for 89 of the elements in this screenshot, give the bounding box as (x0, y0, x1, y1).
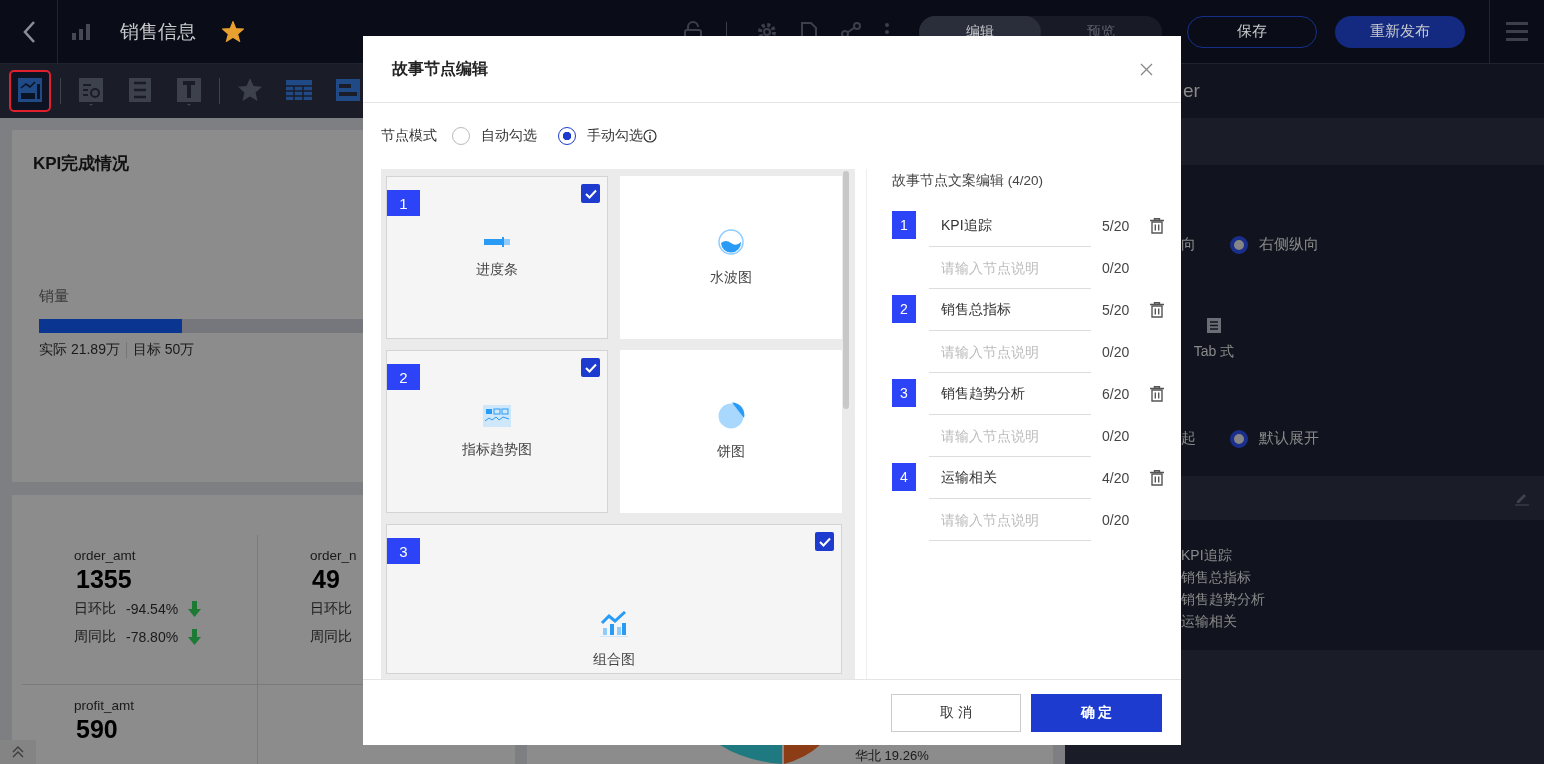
node-number: 3 (892, 379, 916, 407)
double-chevron-up-icon (11, 745, 25, 759)
star-icon[interactable] (222, 21, 244, 42)
pie-chart-icon (717, 402, 745, 429)
metric-label: 销量 (39, 287, 70, 306)
character-count: 6/20 (1102, 386, 1131, 402)
character-count: 5/20 (1102, 218, 1131, 234)
list-icon[interactable] (1207, 318, 1221, 333)
character-count: 0/20 (1102, 260, 1131, 276)
node-list-item: 销售趋势分析 (1181, 590, 1266, 609)
metric-value: 590 (76, 715, 118, 744)
down-arrow-icon (188, 601, 202, 617)
node-number: 1 (892, 211, 916, 239)
chart-option-card[interactable]: 饼图 (620, 350, 842, 513)
chart-type-label: 组合图 (593, 651, 635, 669)
target-value: 目标 50万 (132, 341, 195, 359)
metric-value: 49 (312, 565, 340, 594)
check-icon (584, 188, 597, 199)
slice-label: 华北 19.26% (855, 748, 929, 763)
radio-option[interactable]: 手动勾选 (558, 127, 643, 145)
character-count: 0/20 (1102, 428, 1131, 444)
style-label: Tab 式 (1193, 343, 1235, 361)
progress-bar-icon (484, 236, 510, 247)
search-list-icon (77, 76, 105, 106)
radio-option[interactable]: 自动勾选 (452, 127, 537, 145)
text-icon (175, 76, 203, 106)
chart-option-card[interactable]: 1 进度条 (386, 176, 608, 339)
delete-icon[interactable] (1150, 218, 1164, 234)
chart-option-card[interactable]: 2 指标趋势图 (386, 350, 608, 513)
chart-option-card[interactable]: 水波图 (620, 176, 842, 339)
card-title: KPI完成情况 (33, 153, 131, 175)
comparison-value: -94.54% (126, 601, 179, 617)
metric-name: order_amt (74, 548, 136, 563)
dialog-title: 故事节点编辑 (392, 58, 488, 79)
editor-title: 故事节点文案编辑 (4/20) (892, 172, 1045, 190)
order-number: 1 (387, 190, 420, 216)
trend-card-icon (483, 404, 511, 427)
panel-title: er (1183, 80, 1200, 102)
chart-type-label: 水波图 (710, 268, 752, 287)
node-number: 2 (892, 295, 916, 323)
checkbox[interactable] (815, 532, 834, 551)
chart-type-label: 饼图 (717, 443, 745, 461)
character-count: 5/20 (1102, 302, 1131, 318)
liquid-fill-icon (718, 228, 744, 255)
radio-option[interactable]: 默认展开 (1230, 429, 1319, 448)
node-list-item: KPI追踪 (1181, 546, 1233, 565)
node-list-item: 销售总指标 (1181, 568, 1252, 587)
option-label: 向 (1181, 235, 1196, 254)
check-icon (818, 536, 831, 547)
comparison-value: -78.80% (126, 629, 179, 645)
metric-name: order_n (310, 548, 357, 563)
character-count: 4/20 (1102, 470, 1131, 486)
publish-button[interactable]: 重新发布 (1335, 15, 1465, 48)
node-list-item: 运输相关 (1181, 612, 1238, 631)
page-title: 销售信息 (120, 19, 196, 44)
chart-type-label: 进度条 (476, 260, 518, 279)
metric-name: profit_amt (74, 698, 135, 713)
bar-chart-icon (72, 23, 92, 40)
confirm-button[interactable]: 确 定 (1031, 693, 1162, 732)
order-number: 2 (387, 364, 420, 390)
check-icon (584, 362, 597, 373)
delete-icon[interactable] (1150, 386, 1164, 402)
metric-value: 1355 (76, 565, 132, 594)
checkbox[interactable] (581, 184, 600, 203)
chart-option-card[interactable]: 3 组合图 (386, 524, 842, 674)
mode-label: 节点模式 (381, 127, 437, 145)
chart-type-label: 指标趋势图 (462, 440, 532, 459)
down-arrow-icon (188, 629, 202, 645)
option-label: 起 (1181, 429, 1196, 448)
combo-chart-icon (600, 611, 628, 637)
cancel-button[interactable]: 取 消 (891, 693, 1021, 732)
info-icon[interactable] (643, 129, 657, 143)
radio-option[interactable]: 右侧纵向 (1230, 235, 1319, 254)
character-count: 0/20 (1102, 344, 1131, 360)
checkbox[interactable] (581, 358, 600, 377)
chevron-left-icon (21, 19, 36, 44)
character-count: 0/20 (1102, 512, 1131, 528)
collapse-button[interactable] (0, 740, 36, 764)
order-number: 3 (387, 538, 420, 564)
close-icon[interactable] (1140, 62, 1153, 76)
delete-icon[interactable] (1150, 302, 1164, 318)
comparison-label: 日环比 (310, 600, 352, 618)
scrollbar-thumb[interactable] (843, 171, 849, 409)
actual-value: 实际 21.89万 (39, 341, 120, 359)
comparison-label: 日环比 (74, 600, 116, 618)
delete-icon[interactable] (1150, 470, 1164, 486)
node-number: 4 (892, 463, 916, 491)
comparison-label: 周同比 (74, 628, 116, 646)
comparison-label: 周同比 (310, 628, 352, 646)
